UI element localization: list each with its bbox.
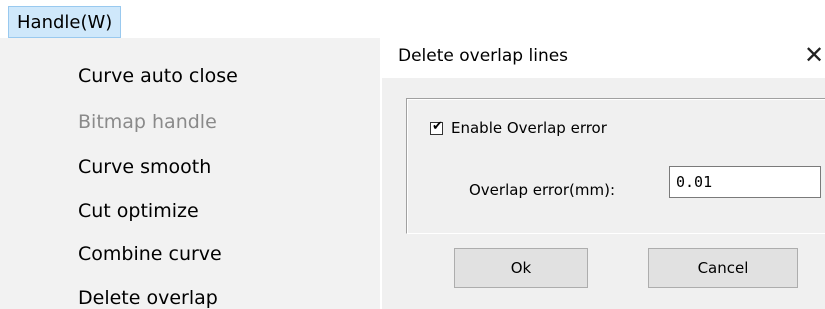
- enable-overlap-error-checkbox-row[interactable]: ✔ Enable Overlap error: [430, 119, 607, 137]
- enable-overlap-error-checkbox[interactable]: ✔: [430, 119, 443, 135]
- checkmark-icon: ✔: [432, 118, 443, 134]
- menu-item-delete-overlap[interactable]: Delete overlap: [78, 286, 218, 309]
- dialog-title: Delete overlap lines: [398, 46, 569, 66]
- delete-overlap-dialog: Delete overlap lines ✕ ✔ Enable Overlap …: [382, 30, 825, 309]
- dialog-body: ✔ Enable Overlap error Overlap error(mm)…: [382, 78, 825, 309]
- screen: Handle(W) Curve auto close Bitmap handle…: [0, 0, 825, 309]
- menu-handle[interactable]: Handle(W): [8, 6, 122, 38]
- ok-button[interactable]: Ok: [454, 248, 588, 288]
- menu-item-cut-optimize[interactable]: Cut optimize: [78, 199, 199, 223]
- cancel-button[interactable]: Cancel: [648, 248, 798, 288]
- menu-item-curve-smooth[interactable]: Curve smooth: [78, 155, 211, 179]
- close-icon[interactable]: ✕: [804, 42, 825, 68]
- overlap-error-label: Overlap error(mm):: [469, 181, 616, 199]
- menu-item-curve-auto-close[interactable]: Curve auto close: [78, 64, 238, 88]
- overlap-error-input[interactable]: [669, 166, 821, 198]
- menu-item-combine-curve[interactable]: Combine curve: [78, 242, 222, 266]
- menu-item-bitmap-handle: Bitmap handle: [78, 111, 217, 133]
- handle-menu-dropdown: Curve auto close Bitmap handle Curve smo…: [0, 38, 380, 309]
- enable-overlap-error-label: Enable Overlap error: [451, 119, 607, 137]
- menu-handle-label: Handle(W): [17, 11, 113, 33]
